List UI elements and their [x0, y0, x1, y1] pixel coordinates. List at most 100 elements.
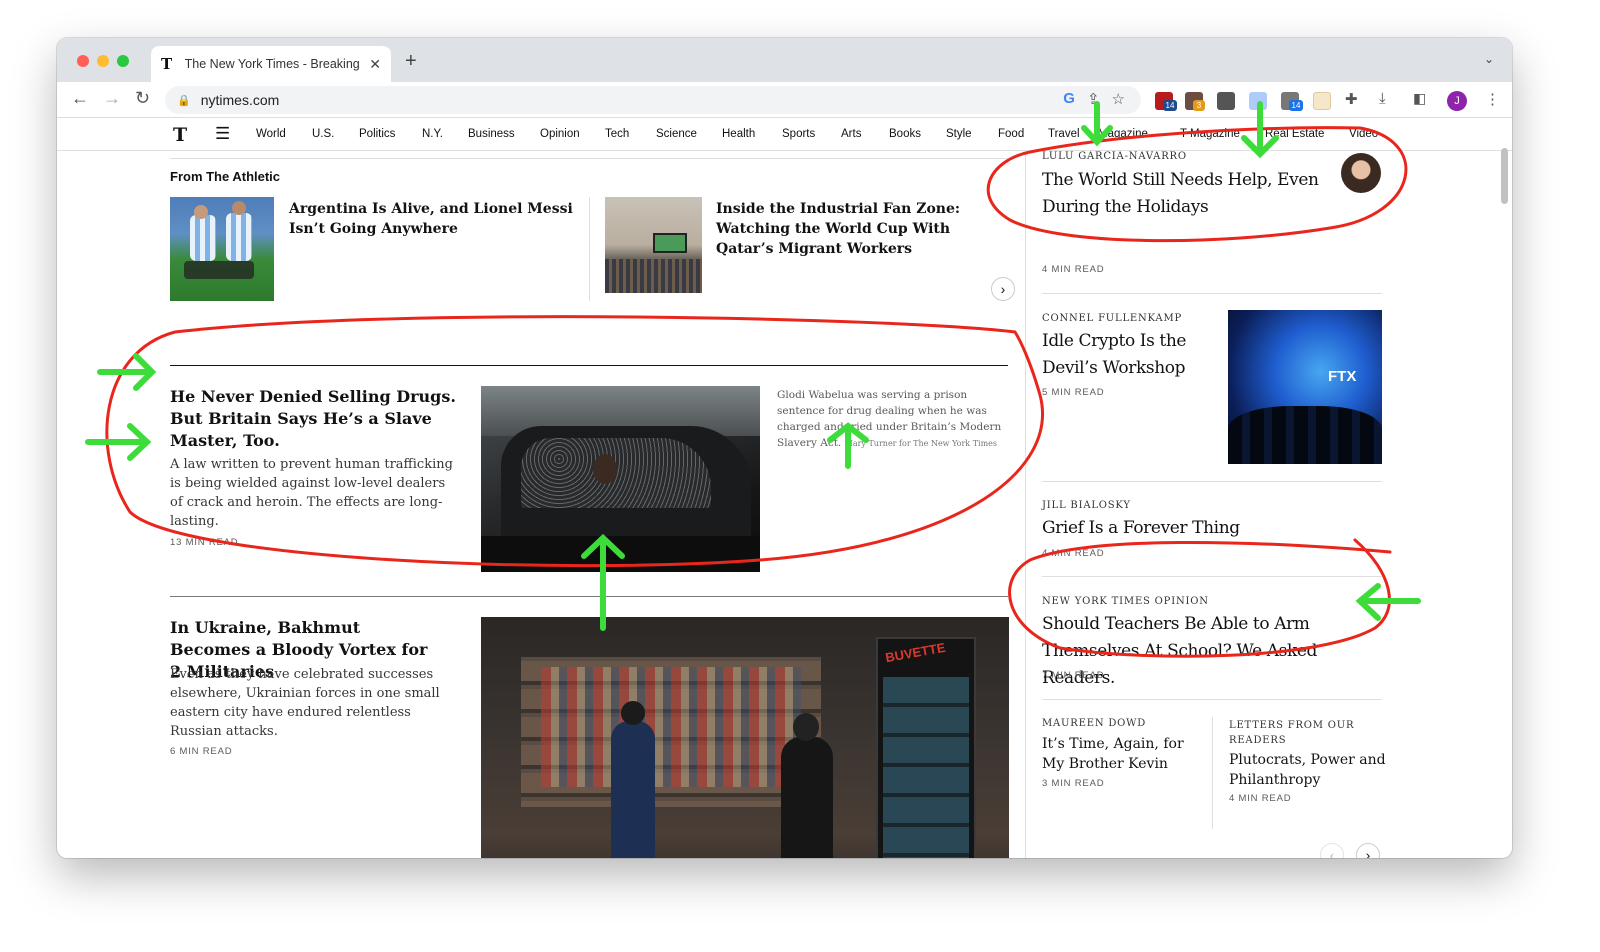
extension-icon-6[interactable] — [1313, 92, 1331, 110]
nav-item-video[interactable]: Video — [1349, 128, 1378, 140]
shop-photo[interactable]: BUVETTE — [481, 617, 1009, 858]
opinion-column-divider — [1025, 151, 1026, 858]
tab-nytimes[interactable]: T The New York Times - Breaking News, US… — [151, 46, 391, 82]
nav-item-food[interactable]: Food — [998, 128, 1024, 140]
messi-thumbnail[interactable] — [170, 197, 274, 301]
opinion-byline-3[interactable]: JILL BIALOSKY — [1042, 500, 1131, 511]
nav-item-health[interactable]: Health — [722, 128, 755, 140]
nav-item-opinion[interactable]: Opinion — [540, 128, 580, 140]
tab-strip: T The New York Times - Breaking News, US… — [57, 38, 1512, 82]
share-icon[interactable]: ⇪ — [1087, 90, 1100, 108]
tab-search-chevron-icon[interactable]: ⌄ — [1484, 52, 1494, 66]
extension-icon-4[interactable] — [1249, 92, 1267, 110]
google-icon[interactable]: G — [1063, 90, 1075, 108]
athletic-headline-1[interactable]: Argentina Is Alive, and Lionel Messi Isn… — [289, 199, 579, 239]
nav-item-politics[interactable]: Politics — [359, 128, 395, 140]
main-story-rule — [170, 365, 1008, 366]
ukraine-story-summary[interactable]: Even as they have celebrated successes e… — [170, 665, 445, 741]
nav-item-business[interactable]: Business — [468, 128, 515, 140]
nav-item-tech[interactable]: Tech — [605, 128, 629, 140]
opinion-prev-button[interactable]: ‹ — [1320, 843, 1344, 858]
car-photo[interactable] — [481, 386, 760, 572]
extension-badge-1: 14 — [1163, 100, 1177, 111]
opinion-read-time-6: 4 MIN READ — [1229, 793, 1292, 804]
close-tab-icon[interactable]: ✕ — [369, 56, 381, 73]
ukraine-story-read-time: 6 MIN READ — [170, 746, 233, 757]
opinion-headline-5[interactable]: It’s Time, Again, for My Brother Kevin — [1042, 734, 1192, 774]
athletic-section-label[interactable]: From The Athletic — [170, 169, 280, 184]
main-story-headline[interactable]: He Never Denied Selling Drugs. But Brita… — [170, 386, 460, 452]
maximize-window-button[interactable] — [117, 55, 129, 67]
ftx-image-text: FTX — [1328, 368, 1357, 385]
main-story-read-time: 13 MIN READ — [170, 537, 239, 548]
kebab-menu-icon[interactable]: ⋮ — [1485, 90, 1500, 108]
close-window-button[interactable] — [77, 55, 89, 67]
nav-item-us[interactable]: U.S. — [312, 128, 334, 140]
opinion-byline-6[interactable]: LETTERS FROM OUR READERS — [1229, 718, 1379, 748]
nyt-logo-icon[interactable]: T — [173, 124, 187, 146]
url-text: nytimes.com — [200, 92, 280, 108]
page-scrollbar[interactable] — [1501, 148, 1508, 204]
ukraine-story-rule — [170, 596, 1008, 597]
nyt-section-nav: T ☰ World U.S. Politics N.Y. Business Op… — [57, 118, 1512, 151]
nav-item-style[interactable]: Style — [946, 128, 972, 140]
opinion-byline-1[interactable]: LULU GARCIA-NAVARRO — [1042, 151, 1187, 162]
opinion-read-time-4: 7 MIN READ — [1042, 670, 1105, 681]
opinion-rule-4 — [1042, 699, 1382, 700]
opinion-rule-2 — [1042, 481, 1382, 482]
extension-badge-3: 14 — [1289, 100, 1303, 111]
athletic-headline-2[interactable]: Inside the Industrial Fan Zone: Watching… — [716, 199, 986, 259]
bookmark-star-icon[interactable]: ☆ — [1112, 90, 1125, 108]
page-content: From The Athletic Argentina Is Alive, an… — [57, 151, 1512, 858]
nav-item-sports[interactable]: Sports — [782, 128, 815, 140]
nyt-favicon-icon: T — [161, 55, 173, 73]
opinion-byline-2[interactable]: CONNEL FULLENKAMP — [1042, 313, 1182, 324]
opinion-read-time-5: 3 MIN READ — [1042, 778, 1105, 789]
nav-item-arts[interactable]: Arts — [841, 128, 861, 140]
opinion-pair-divider — [1212, 717, 1213, 829]
ftx-photo[interactable]: FTX — [1228, 310, 1382, 464]
nav-item-science[interactable]: Science — [656, 128, 697, 140]
download-icon[interactable]: ⤓ — [1379, 90, 1386, 107]
opinion-headline-3[interactable]: Grief Is a Forever Thing — [1042, 515, 1342, 542]
main-story-caption: Glodi Wabelua was serving a prison sente… — [777, 387, 1009, 452]
opinion-read-time-2: 5 MIN READ — [1042, 387, 1105, 398]
opinion-byline-4[interactable]: NEW YORK TIMES OPINION — [1042, 596, 1209, 607]
nav-item-world[interactable]: World — [256, 128, 286, 140]
athletic-next-button[interactable]: › — [991, 277, 1015, 301]
athletic-divider — [589, 197, 590, 301]
opinion-byline-5[interactable]: MAUREEN DOWD — [1042, 718, 1146, 729]
nav-item-travel[interactable]: Travel — [1048, 128, 1080, 140]
nav-item-magazine[interactable]: Magazine — [1098, 128, 1148, 140]
nav-item-books[interactable]: Books — [889, 128, 921, 140]
nav-item-t-magazine[interactable]: T Magazine — [1180, 128, 1240, 140]
opinion-next-button[interactable]: › — [1356, 843, 1380, 858]
back-arrow-icon[interactable]: ← — [71, 88, 89, 109]
extensions-puzzle-icon[interactable]: ✚ — [1345, 90, 1358, 108]
lock-icon: 🔒 — [177, 94, 191, 107]
opinion-rule-3 — [1042, 576, 1382, 577]
photo-credit: Mary Turner for The New York Times — [844, 439, 998, 448]
new-tab-button[interactable]: + — [405, 50, 417, 73]
nav-item-ny[interactable]: N.Y. — [422, 128, 443, 140]
browser-window: T The New York Times - Breaking News, US… — [57, 38, 1512, 858]
profile-avatar[interactable]: J — [1447, 91, 1467, 111]
opinion-headline-6[interactable]: Plutocrats, Power and Philanthropy — [1229, 750, 1389, 790]
nav-item-real-estate[interactable]: Real Estate — [1265, 128, 1324, 140]
fan-zone-thumbnail[interactable] — [605, 197, 702, 293]
extension-icon-3[interactable] — [1217, 92, 1235, 110]
opinion-read-time-3: 4 MIN READ — [1042, 548, 1105, 559]
tab-title: The New York Times - Breaking News, US N… — [184, 57, 362, 71]
forward-arrow-icon[interactable]: → — [103, 88, 121, 109]
address-bar[interactable]: 🔒 nytimes.com G ⇪ ☆ — [165, 86, 1141, 114]
opinion-headline-2[interactable]: Idle Crypto Is the Devil’s Workshop — [1042, 328, 1217, 382]
opinion-headline-1[interactable]: The World Still Needs Help, Even During … — [1042, 167, 1342, 221]
reload-icon[interactable]: ↻ — [135, 88, 150, 109]
side-panel-icon[interactable]: ◧ — [1413, 90, 1426, 107]
minimize-window-button[interactable] — [97, 55, 109, 67]
opinion-read-time-1: 4 MIN READ — [1042, 264, 1105, 275]
main-story-summary[interactable]: A law written to prevent human trafficki… — [170, 455, 455, 531]
hamburger-menu-icon[interactable]: ☰ — [215, 124, 230, 144]
author-avatar[interactable] — [1341, 153, 1381, 193]
extension-badge-2: 3 — [1193, 100, 1205, 111]
